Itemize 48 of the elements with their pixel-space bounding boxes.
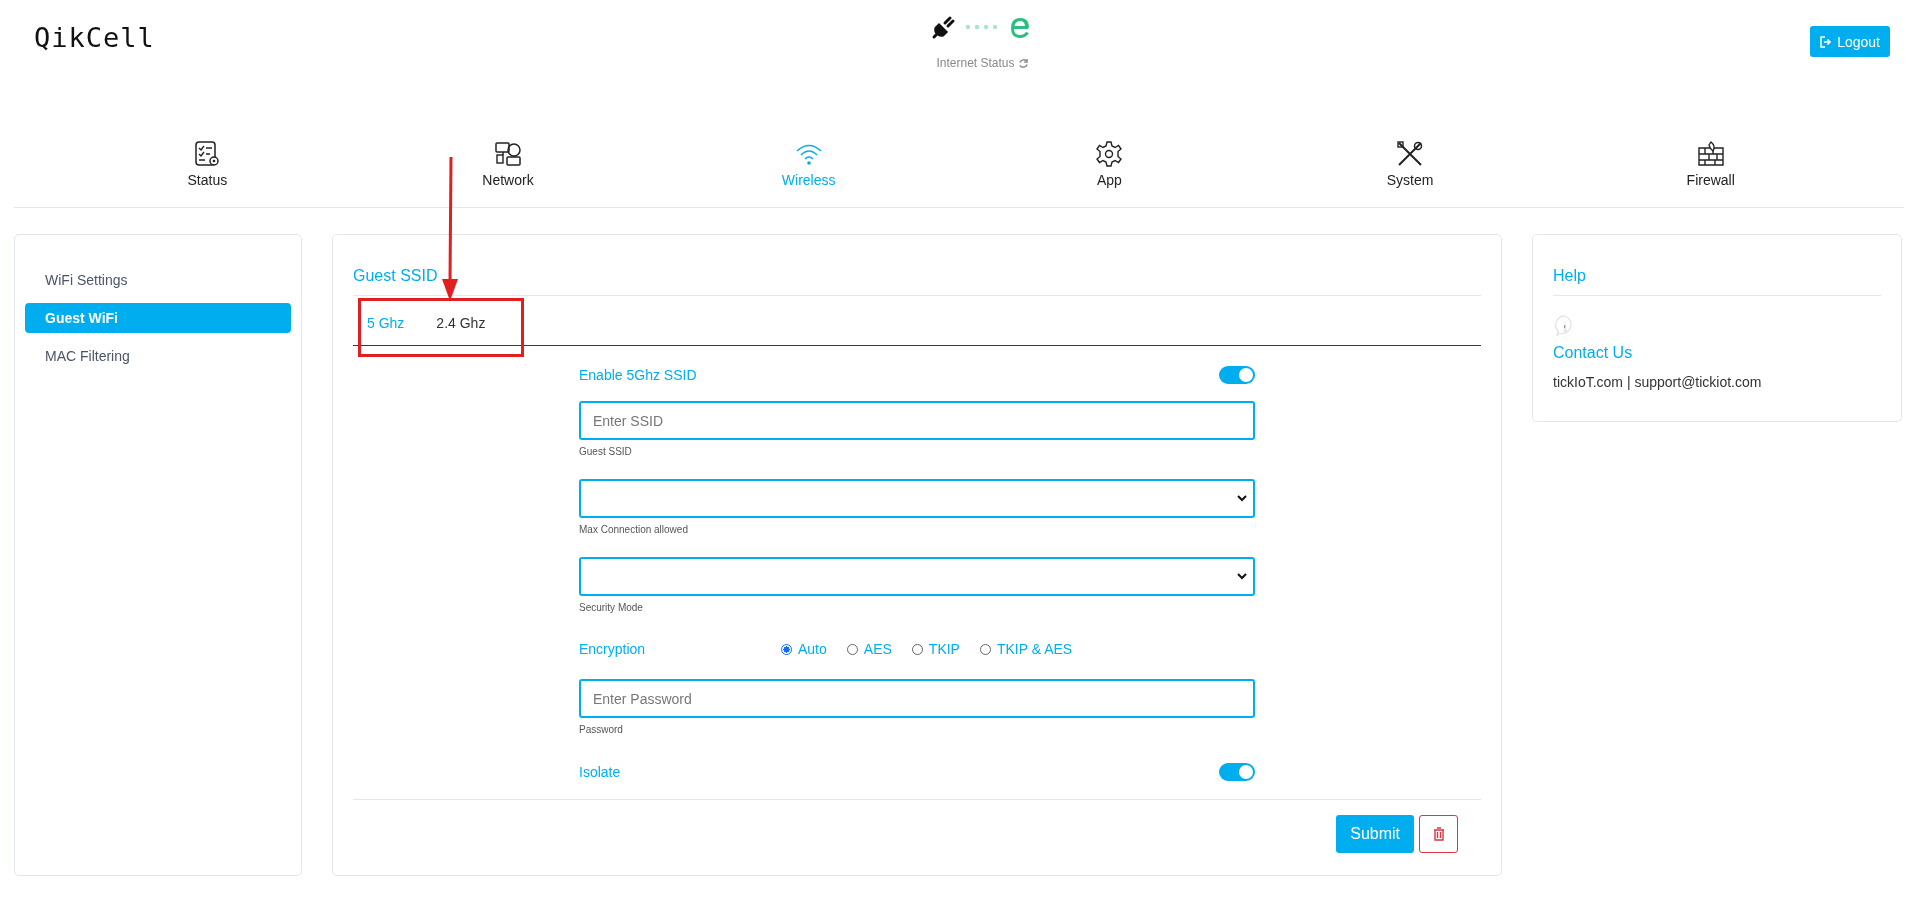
checklist-icon xyxy=(193,140,222,168)
field-label: Encryption xyxy=(579,641,647,657)
field-caption: Guest SSID xyxy=(579,446,633,457)
help-title: Help xyxy=(1553,235,1881,296)
field-caption: Security Mode xyxy=(579,602,644,613)
sidebar-item[interactable]: WiFi Settings xyxy=(25,265,291,295)
network-icon xyxy=(494,140,522,168)
field-caption: Password xyxy=(579,724,624,735)
text-field[interactable]: Enter Password xyxy=(579,679,1255,718)
delete-button[interactable] xyxy=(1419,815,1458,853)
chevron-down-icon xyxy=(1237,495,1247,502)
logout-icon xyxy=(1820,35,1833,48)
nav-tab[interactable]: Status xyxy=(57,140,358,207)
dropdown-field[interactable] xyxy=(579,479,1255,518)
gear-icon xyxy=(1095,140,1124,168)
logout-button[interactable]: Logout xyxy=(1810,26,1890,57)
toggle-switch[interactable] xyxy=(1219,763,1255,781)
dots-icon xyxy=(965,24,1000,30)
band-tab[interactable]: 5 Ghz xyxy=(367,315,405,331)
contact-text: tickIoT.com | support@tickiot.com xyxy=(1553,374,1762,390)
nav-tab[interactable]: Network xyxy=(357,140,659,207)
logo-text: QikCell xyxy=(34,22,155,53)
chevron-down-icon xyxy=(1237,573,1247,580)
nav-tab[interactable]: App xyxy=(959,140,1260,207)
radio-option[interactable]: AES xyxy=(846,641,892,657)
radio-option[interactable]: Auto xyxy=(781,641,827,657)
submit-button[interactable]: Submit xyxy=(1336,815,1414,853)
nav-tab[interactable]: Wireless xyxy=(658,140,959,207)
field-caption: Max Connection allowed xyxy=(579,524,689,535)
radio-option[interactable]: TKIP xyxy=(911,641,960,657)
nav-tab[interactable]: System xyxy=(1259,140,1561,207)
firewall-icon xyxy=(1696,140,1725,168)
radio-button[interactable] xyxy=(781,643,792,655)
text-field[interactable]: Enter SSID xyxy=(579,401,1255,440)
toggle-switch[interactable] xyxy=(1219,366,1255,384)
dropdown-field[interactable] xyxy=(579,557,1255,596)
internet-status-text: Internet Status xyxy=(936,56,1015,70)
tools-icon xyxy=(1396,140,1424,168)
field-label: Enable 5Ghz SSID xyxy=(579,367,697,383)
refresh-icon[interactable] xyxy=(1017,57,1029,69)
contact-title: Contact Us xyxy=(1553,344,1633,362)
sidebar-item[interactable]: MAC Filtering xyxy=(25,341,291,371)
radio-option[interactable]: TKIP & AES xyxy=(979,641,1073,657)
trash-icon xyxy=(1432,827,1445,841)
sidebar-item[interactable]: Guest WiFi xyxy=(25,303,291,333)
field-label: Isolate xyxy=(579,764,621,780)
band-tab[interactable]: 2.4 Ghz xyxy=(436,315,486,331)
nav-tab[interactable]: Firewall xyxy=(1560,140,1862,207)
